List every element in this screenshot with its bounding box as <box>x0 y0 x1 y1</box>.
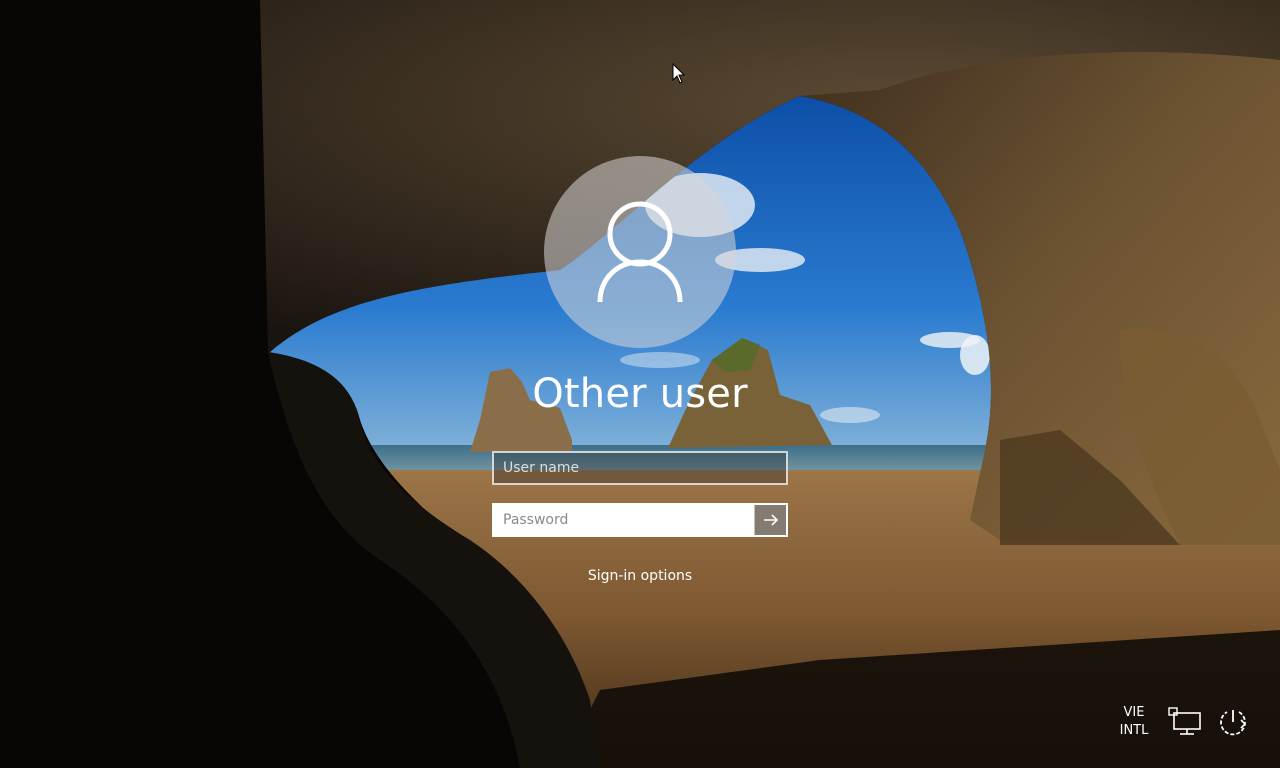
network-button[interactable] <box>1168 705 1202 739</box>
language-code: VIE <box>1123 705 1145 720</box>
system-tray: VIE INTL <box>1114 704 1250 740</box>
submit-button[interactable] <box>754 505 786 535</box>
user-display-name: Other user <box>532 371 748 417</box>
mouse-cursor-icon <box>672 63 686 84</box>
user-avatar <box>544 156 736 348</box>
network-icon <box>1168 707 1201 735</box>
password-container <box>492 503 788 537</box>
input-language-button[interactable]: VIE INTL <box>1114 704 1154 740</box>
arrow-right-icon <box>763 514 778 526</box>
power-icon <box>1220 710 1247 736</box>
password-field[interactable] <box>494 505 754 535</box>
lock-screen: Other user Sign-in options VIE INTL <box>0 0 1280 768</box>
language-layout: INTL <box>1119 723 1149 738</box>
signin-options-link[interactable]: Sign-in options <box>540 566 740 586</box>
user-icon <box>597 201 683 303</box>
username-field[interactable] <box>492 451 788 485</box>
power-button[interactable] <box>1216 705 1250 739</box>
